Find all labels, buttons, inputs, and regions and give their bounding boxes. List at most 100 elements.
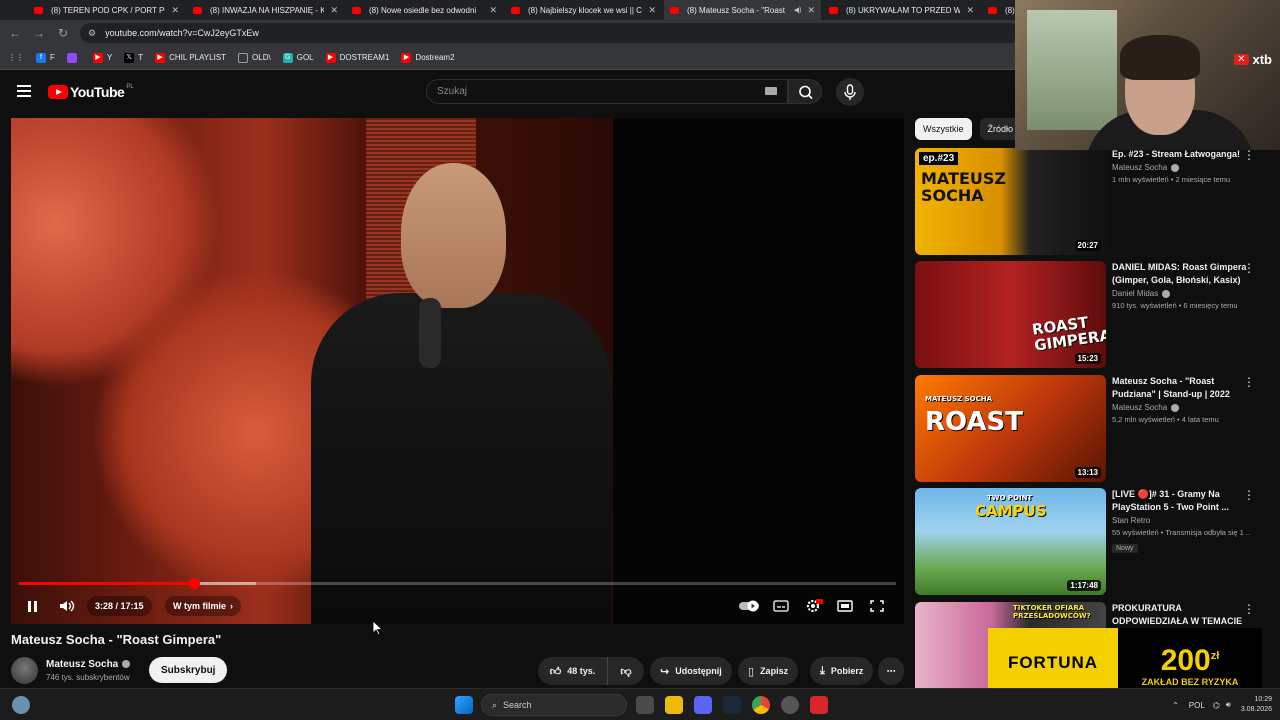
subscribe-button[interactable]: Subskrybuj [149, 657, 228, 683]
video-title[interactable]: PROKURATURA ODPOWIEDZIAŁA W TEMACIE ... [1112, 602, 1250, 628]
recommended-video[interactable]: ep.#23 MATEUSZ SOCHA 20:27 Ep. #23 - Str… [915, 148, 1275, 256]
more-vertical-icon[interactable]: ⋮ [1243, 375, 1255, 389]
bookmark-t[interactable]: 𝕏 T [124, 52, 143, 63]
windows-start-icon[interactable] [455, 696, 473, 714]
browser-tab[interactable]: (8) Najbielszy klocek we wsi || C ✕ [505, 0, 662, 20]
microphone-icon [844, 84, 856, 100]
twitch-icon [66, 52, 77, 63]
channel-avatar[interactable] [11, 657, 38, 684]
bookmark-f[interactable]: f F [36, 52, 55, 63]
voice-search-button[interactable] [836, 78, 864, 106]
bookmark-icon: ▯ [748, 665, 755, 678]
share-button[interactable]: ↪ Udostępnij [650, 657, 732, 685]
more-vertical-icon[interactable]: ⋮ [1243, 148, 1255, 162]
browser-tab[interactable]: (8) UKRYWAŁAM TO PRZED W ✕ [823, 0, 980, 20]
bookmark-dostream1[interactable]: ▶ DOSTREAM1 [325, 52, 389, 63]
language-indicator[interactable]: POL [1189, 701, 1205, 710]
browser-tab[interactable]: (8) INWAZJA NA HISZPANIĘ - K ✕ [187, 0, 344, 20]
channel-name[interactable]: Mateusz Socha [1112, 163, 1250, 172]
video-thumbnail[interactable]: TWO POINT CAMPUS 1:17:48 [915, 488, 1106, 595]
channel-name[interactable]: Daniel Midas [1112, 289, 1250, 298]
chapters-button[interactable]: W tym filmie › [165, 596, 242, 616]
apps-grid-icon[interactable]: ⋮⋮ [8, 53, 24, 62]
dislike-button[interactable]: 👎︎ [608, 657, 644, 685]
network-icon[interactable]: ⌬ [1213, 701, 1220, 710]
chevron-up-icon[interactable]: ⌃ [1172, 701, 1179, 710]
duration-badge: 13:13 [1074, 467, 1101, 478]
video-meta: [LIVE 🔴]# 31 - Gramy Na PlayStation 5 - … [1112, 488, 1250, 555]
close-tab-icon[interactable]: ✕ [807, 5, 815, 16]
video-thumbnail[interactable]: ep.#23 MATEUSZ SOCHA 20:27 [915, 148, 1106, 255]
more-actions-button[interactable]: ⋯ [878, 657, 904, 685]
settings-button[interactable] [805, 596, 823, 616]
bookmark-y[interactable]: ▶ Y [92, 52, 112, 63]
browser-tab-active[interactable]: (8) Mateusz Socha - "Roast ◀) ✕ [664, 0, 821, 20]
bookmark-gol[interactable]: G GOL [282, 52, 314, 63]
chip-all[interactable]: Wszystkie [915, 118, 972, 140]
close-tab-icon[interactable]: ✕ [966, 5, 974, 16]
url-text: youtube.com/watch?v=CwJ2eyGTxEw [105, 28, 259, 38]
menu-icon[interactable] [17, 85, 31, 97]
back-icon[interactable]: ← [7, 25, 23, 41]
steam-icon[interactable] [723, 696, 741, 714]
like-button[interactable]: 👍︎ 48 tys. [538, 657, 608, 685]
bookmark-old[interactable]: OLD\ [238, 52, 271, 63]
url-field[interactable]: ⚙ youtube.com/watch?v=CwJ2eyGTxEw [80, 23, 1020, 43]
app-icon[interactable] [810, 696, 828, 714]
forward-icon[interactable]: → [31, 25, 47, 41]
fullscreen-button[interactable] [869, 596, 885, 616]
subscribe-label: Subskrybuj [161, 664, 216, 676]
video-title[interactable]: [LIVE 🔴]# 31 - Gramy Na PlayStation 5 - … [1112, 488, 1250, 514]
fullscreen-icon [870, 600, 884, 612]
volume-button[interactable] [58, 596, 76, 616]
channel-name[interactable]: Mateusz Socha [46, 659, 131, 670]
video-thumbnail[interactable]: MATEUSZ SOCHA ROAST 13:13 [915, 375, 1106, 482]
bookmark-dostream2[interactable]: ▶ Dostream2 [401, 52, 455, 63]
clock[interactable]: 10:29 3.08.2026 [1241, 695, 1272, 715]
bookmark-twitch[interactable] [66, 52, 81, 63]
speaker-icon[interactable]: ◀) [794, 6, 802, 14]
taskbar-search[interactable]: ⌕ Search [481, 694, 627, 716]
search-input[interactable]: Szukaj [426, 79, 788, 104]
settings-app-icon[interactable] [781, 696, 799, 714]
bookmark-chil-playlist[interactable]: ▶ CHIL PLAYLIST [155, 52, 226, 63]
volume-tray-icon[interactable]: 🔊︎ [1226, 700, 1231, 710]
thumbnail-text: TIKTOKER OFIARA PRZEŚLADOWCÓW? [1013, 604, 1091, 620]
close-tab-icon[interactable]: ✕ [648, 5, 656, 16]
widgets-icon[interactable] [12, 696, 30, 714]
pause-button[interactable] [25, 596, 39, 616]
theater-mode-button[interactable] [837, 596, 853, 616]
recommended-video[interactable]: TWO POINT CAMPUS 1:17:48 [LIVE 🔴]# 31 - … [915, 488, 1275, 596]
channel-name[interactable]: Stan Retro [1112, 516, 1250, 525]
close-tab-icon[interactable]: ✕ [489, 5, 497, 16]
more-vertical-icon[interactable]: ⋮ [1243, 602, 1255, 616]
more-vertical-icon[interactable]: ⋮ [1243, 488, 1255, 502]
search-button[interactable] [788, 79, 822, 104]
keyboard-icon[interactable] [765, 87, 777, 95]
progress-bar[interactable] [19, 578, 896, 589]
site-info-icon[interactable]: ⚙ [88, 28, 96, 39]
video-title[interactable]: Mateusz Socha - "Roast Pudziana" | Stand… [1112, 375, 1250, 401]
thumbnail-subtext: MATEUSZ SOCHA [925, 395, 993, 403]
close-tab-icon[interactable]: ✕ [330, 5, 338, 16]
discord-icon[interactable] [694, 696, 712, 714]
recommended-video[interactable]: ROAST GIMPERA 15:23 DANIEL MIDAS: Roast … [915, 261, 1275, 369]
youtube-logo[interactable]: YouTube PL [48, 84, 134, 100]
channel-name[interactable]: Mateusz Socha [1112, 403, 1250, 412]
save-button[interactable]: ▯ Zapisz [738, 657, 799, 685]
subtitles-button[interactable] [773, 596, 789, 616]
video-thumbnail[interactable]: ROAST GIMPERA 15:23 [915, 261, 1106, 368]
recommended-video[interactable]: MATEUSZ SOCHA ROAST 13:13 Mateusz Socha … [915, 375, 1275, 483]
task-view-icon[interactable] [636, 696, 654, 714]
video-player[interactable]: 3:28 / 17:15 W tym filmie › [11, 118, 904, 624]
close-tab-icon[interactable]: ✕ [171, 5, 179, 16]
autoplay-toggle[interactable] [738, 596, 760, 616]
reload-icon[interactable]: ↻ [55, 25, 71, 41]
download-button[interactable]: ⤓ Pobierz [810, 657, 874, 685]
file-explorer-icon[interactable] [665, 696, 683, 714]
browser-tab[interactable]: (8) Nowe osiedle bez odwodni ✕ [346, 0, 503, 20]
browser-tab[interactable]: (8) TEREN POD CPK / PORT PO ✕ [28, 0, 185, 20]
chrome-icon[interactable] [752, 696, 770, 714]
video-title[interactable]: DANIEL MIDAS: Roast Gimpera (Gimper, Gol… [1112, 261, 1250, 287]
more-vertical-icon[interactable]: ⋮ [1243, 261, 1255, 275]
